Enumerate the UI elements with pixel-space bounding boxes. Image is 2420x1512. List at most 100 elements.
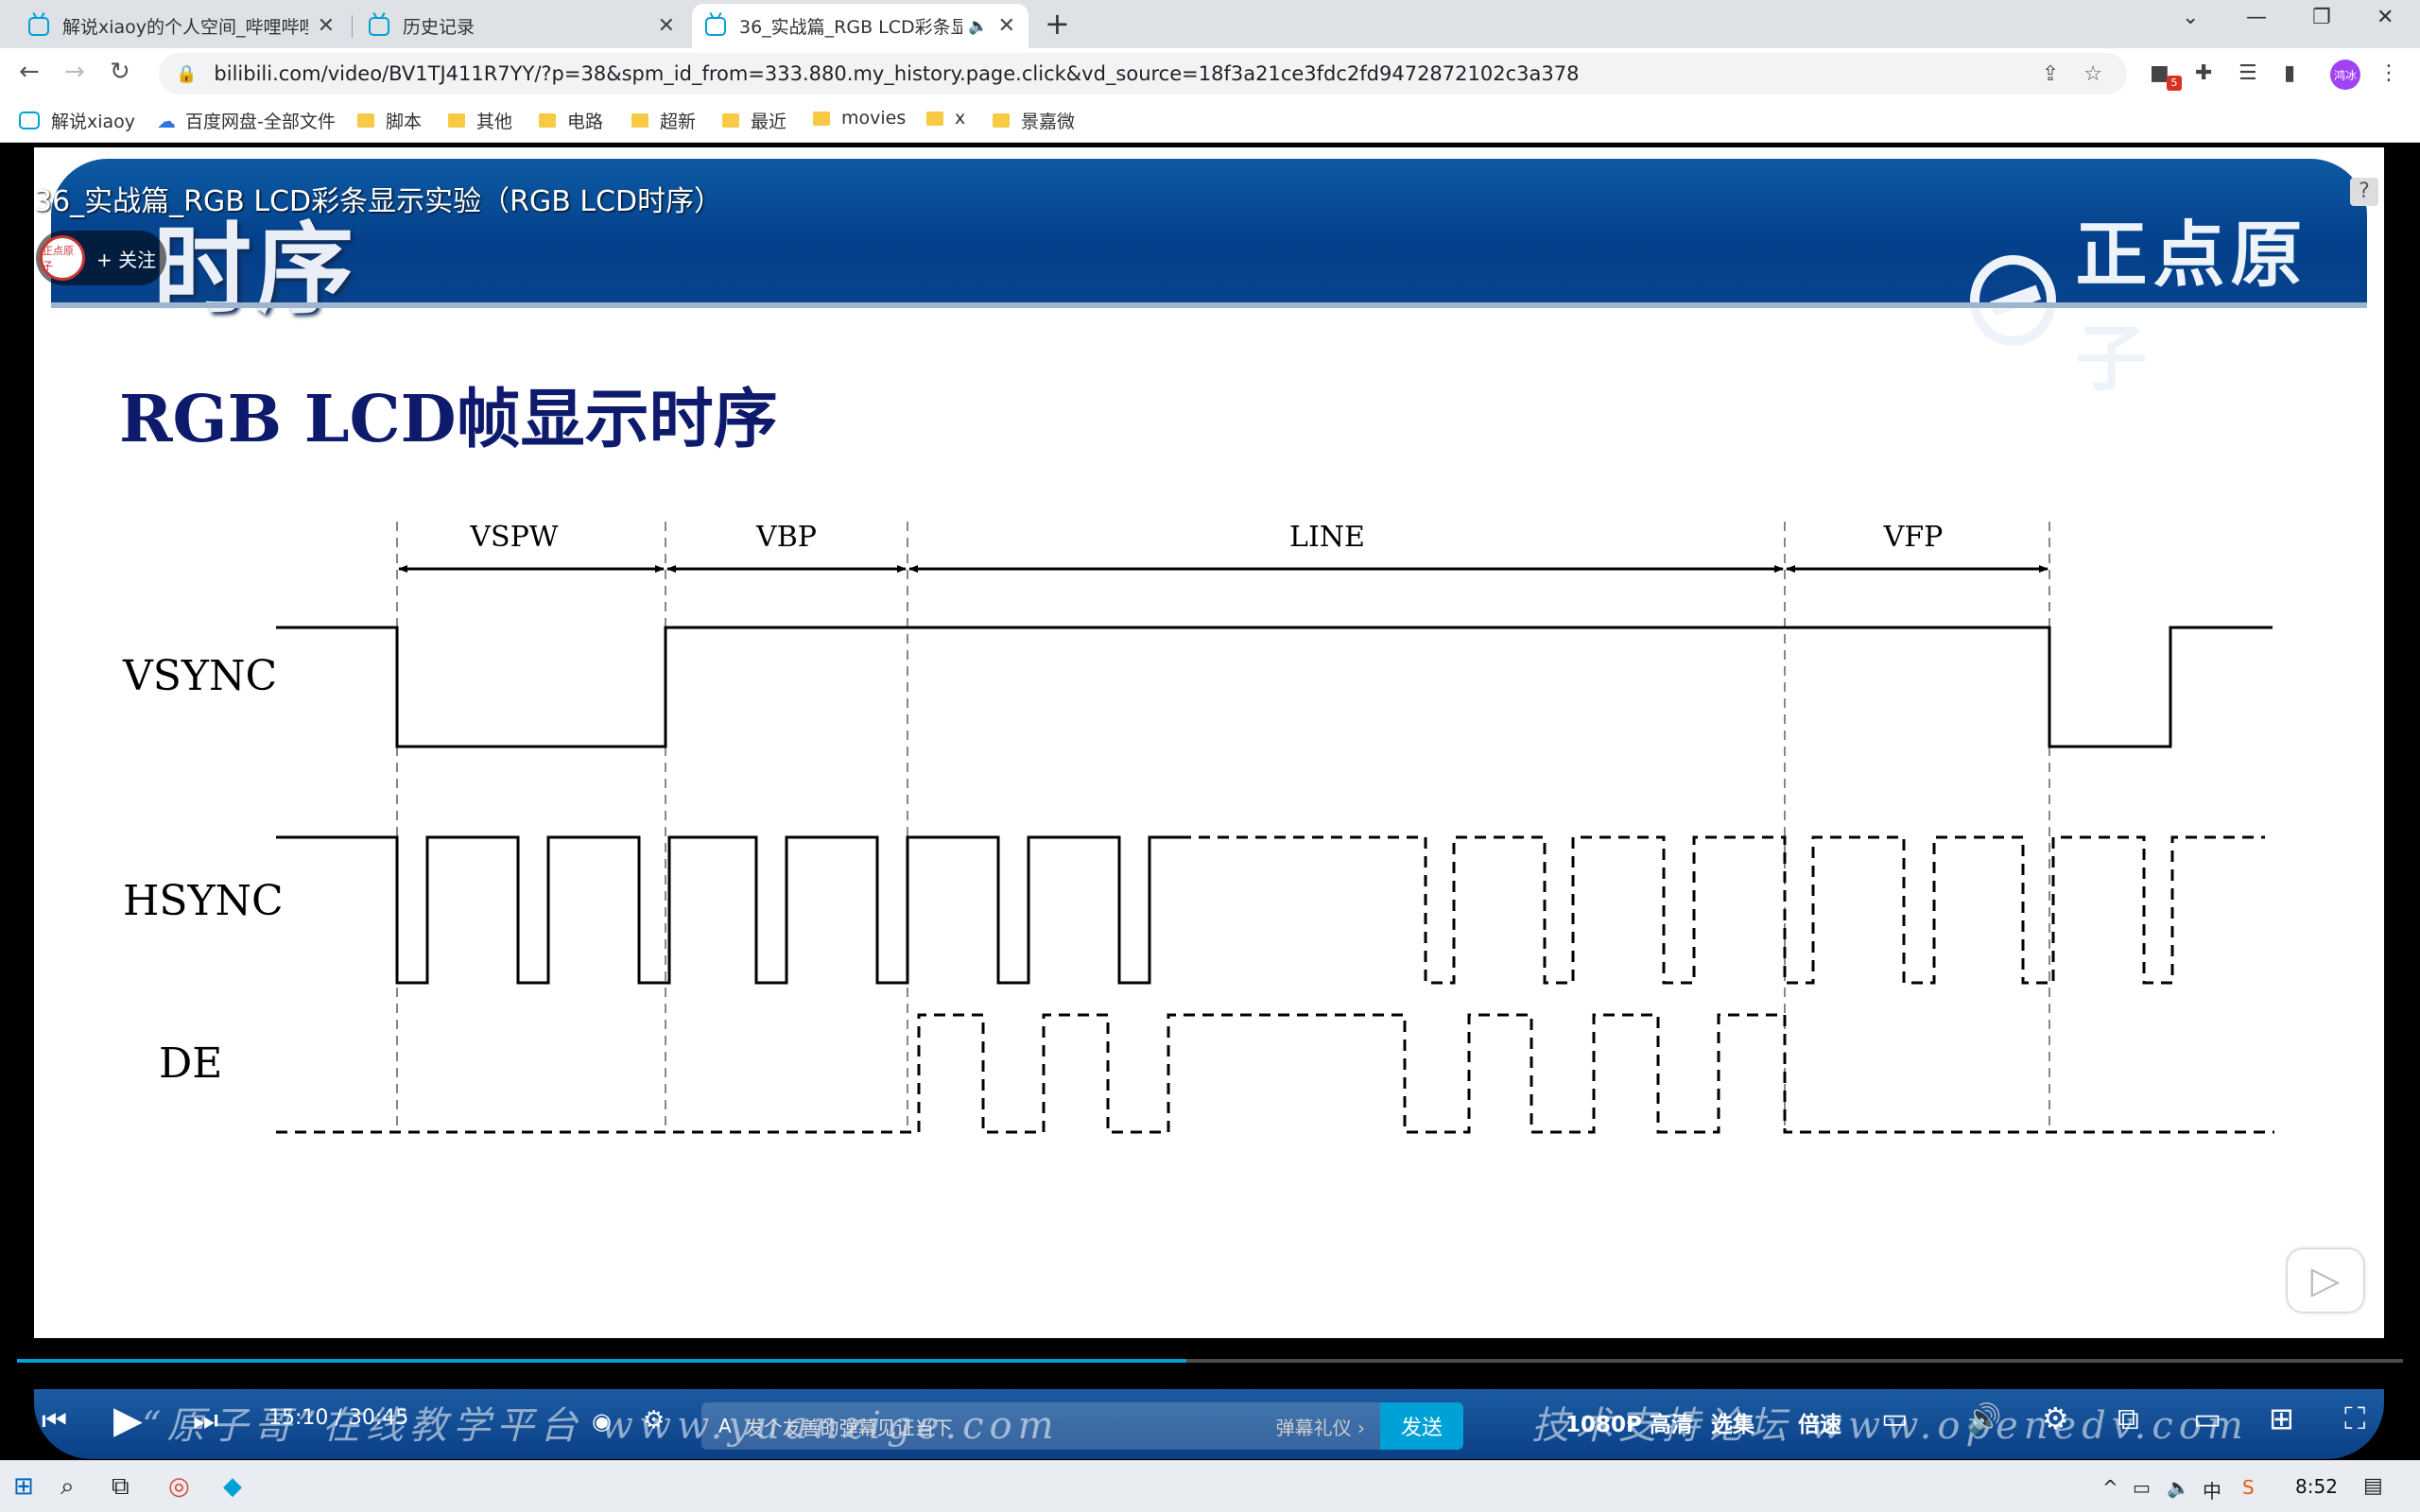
ime-indicator[interactable]: 中 xyxy=(2203,1476,2221,1503)
next-icon[interactable]: ⏭ xyxy=(193,1404,218,1437)
progress-fill xyxy=(17,1359,1186,1363)
picture-in-picture-icon[interactable]: ⧉ xyxy=(2118,1400,2139,1437)
close-window-button[interactable]: ✕ xyxy=(2377,6,2394,29)
segment-label-line: LINE xyxy=(1289,521,1365,554)
bookmark-folder[interactable]: 最近 xyxy=(722,108,786,133)
bookmark-folder[interactable]: movies xyxy=(813,108,906,129)
play-overlay-button[interactable]: ▷ xyxy=(2288,1249,2363,1312)
danmaku-settings-icon[interactable]: ⚙ xyxy=(643,1406,665,1435)
folder-icon xyxy=(539,113,556,128)
tab-label: 36_实战篇_RGB LCD彩条显示 xyxy=(739,17,963,38)
follow-button[interactable]: + 关注 xyxy=(96,245,156,272)
speed-button[interactable]: 倍速 xyxy=(1798,1406,1841,1438)
menu-icon[interactable]: ⋮ xyxy=(2378,61,2399,85)
folder-icon xyxy=(993,113,1010,128)
forward-icon[interactable]: → xyxy=(64,58,85,86)
play-icon: ▷ xyxy=(2310,1259,2341,1302)
widescreen-icon[interactable]: ▭ xyxy=(2193,1400,2221,1436)
subtitle-icon[interactable]: ▭ xyxy=(1881,1402,1908,1435)
help-button[interactable]: ? xyxy=(2350,178,2378,206)
browser-toolbar: ← → ↻ 🔒 bilibili.com/video/BV1TJ411R7YY/… xyxy=(0,48,2420,99)
bookmark-folder[interactable]: 其他 xyxy=(448,108,512,133)
speaker-icon[interactable]: 🔈 xyxy=(2167,1476,2190,1499)
signal-label-hsync: HSYNC xyxy=(123,877,284,925)
close-icon[interactable]: ✕ xyxy=(658,14,675,38)
clock: 8:52 xyxy=(2295,1475,2338,1498)
speaker-icon[interactable]: 🔈 xyxy=(968,17,988,36)
segment-label-vbp: VBP xyxy=(755,521,817,554)
profile-avatar[interactable]: 鸿冰 xyxy=(2330,60,2360,90)
episodes-button[interactable]: 选集 xyxy=(1711,1406,1754,1438)
progress-bar[interactable] xyxy=(17,1359,2403,1363)
danmaku-etiquette-link[interactable]: 弹幕礼仪 › xyxy=(1276,1413,1365,1440)
input-method-icon[interactable]: S xyxy=(2242,1476,2255,1499)
quality-button[interactable]: 1080P 高清 xyxy=(1565,1406,1693,1438)
windows-start-icon[interactable]: ⊞ xyxy=(13,1472,34,1501)
bookmark-folder[interactable]: 景嘉微 xyxy=(993,108,1075,133)
battery-icon[interactable]: ▭ xyxy=(2133,1476,2151,1499)
danmaku-input[interactable]: A 发个友善的弹幕见证当下 弹幕礼仪 › xyxy=(701,1402,1380,1450)
reload-icon[interactable]: ↻ xyxy=(110,58,130,86)
tab-label: 历史记录 xyxy=(403,17,475,38)
restore-button[interactable]: ❐ xyxy=(2312,6,2331,29)
fullscreen-icon[interactable]: ⛶ xyxy=(2344,1400,2365,1437)
bilibili-icon xyxy=(19,112,40,129)
notifications-icon[interactable]: ▤ xyxy=(2363,1474,2383,1498)
new-tab-button[interactable]: + xyxy=(1045,6,1070,42)
tab-search-icon[interactable]: ⌄ xyxy=(2182,6,2199,29)
folder-icon xyxy=(357,113,374,128)
bookmark-folder[interactable]: 脚本 xyxy=(357,108,422,133)
send-danmaku-button[interactable]: 发送 xyxy=(1380,1402,1463,1450)
tray-expand-icon[interactable]: ^ xyxy=(2102,1476,2118,1499)
uploader-follow[interactable]: 正点原子 + 关注 xyxy=(36,231,166,285)
danmaku-style-icon[interactable]: A xyxy=(718,1415,732,1437)
close-icon[interactable]: ✕ xyxy=(998,14,1015,38)
hsync-waveform-dashed xyxy=(1180,835,2265,985)
play-button[interactable]: ▶ xyxy=(113,1399,143,1442)
bookmark-folder[interactable]: 超新 xyxy=(631,108,696,133)
time-display: 15:10 / 30:45 xyxy=(268,1406,408,1430)
chrome-icon[interactable]: ◎ xyxy=(168,1472,190,1501)
search-icon[interactable]: ⌕ xyxy=(60,1472,75,1502)
bookmark-item[interactable]: 解说xiaoy xyxy=(19,108,135,133)
bookmark-folder[interactable]: 电路 xyxy=(539,108,603,133)
star-icon[interactable]: ☆ xyxy=(2083,62,2102,86)
reading-list-icon[interactable]: ☰ xyxy=(2238,61,2257,85)
back-icon[interactable]: ← xyxy=(19,58,40,86)
volume-icon[interactable]: 🔊 xyxy=(1966,1402,2001,1435)
folder-icon xyxy=(448,113,465,128)
minimize-button[interactable]: — xyxy=(2246,6,2267,29)
share-icon[interactable]: ⇪ xyxy=(2042,62,2059,86)
segment-guides xyxy=(396,522,2050,1130)
tab-current-video[interactable]: 36_实战篇_RGB LCD彩条显示 🔈 ✕ xyxy=(692,4,1028,48)
bilibili-icon xyxy=(705,16,726,36)
folder-icon xyxy=(926,111,943,126)
tab-history[interactable]: 历史记录 ✕ xyxy=(355,4,688,48)
bookmark-folder[interactable]: x xyxy=(926,108,965,129)
web-fullscreen-icon[interactable]: ⊞ xyxy=(2269,1400,2294,1436)
segment-label-vfp: VFP xyxy=(1883,521,1944,554)
slide-frame: 时序 正点原子 RGB LCD帧显示时序 VSPW VBP LINE VFP V… xyxy=(34,147,2384,1338)
danmaku-toggle-icon[interactable]: ◉ xyxy=(592,1408,612,1435)
close-icon[interactable]: ✕ xyxy=(318,14,335,38)
side-panel-icon[interactable]: ▮ xyxy=(2284,61,2295,85)
app-icon[interactable]: ◆ xyxy=(223,1472,242,1501)
screen: 解说xiaoy的个人空间_哔哩哔哩_ ✕ 历史记录 ✕ 36_实战篇_RGB L… xyxy=(0,0,2420,1512)
bookmark-item[interactable]: ☁ 百度网盘-全部文件 xyxy=(157,108,336,133)
previous-icon[interactable]: ⏮ xyxy=(42,1404,67,1437)
lock-icon[interactable]: 🔒 xyxy=(176,64,197,84)
time-separator: / xyxy=(335,1406,342,1430)
tab-uploader-space[interactable]: 解说xiaoy的个人空间_哔哩哔哩_ ✕ xyxy=(15,4,348,48)
bookmarks-bar: 解说xiaoy ☁ 百度网盘-全部文件 脚本 其他 电路 超新 最近 movies… xyxy=(0,99,2420,143)
uploader-avatar[interactable]: 正点原子 xyxy=(40,235,85,281)
task-view-icon[interactable]: ⧉ xyxy=(112,1472,130,1502)
address-bar[interactable]: 🔒 bilibili.com/video/BV1TJ411R7YY/?p=38&… xyxy=(159,53,2127,94)
signal-label-vsync: VSYNC xyxy=(122,652,277,700)
bilibili-icon xyxy=(369,16,389,36)
url-text[interactable]: bilibili.com/video/BV1TJ411R7YY/?p=38&sp… xyxy=(214,62,2041,85)
puzzle-icon[interactable]: ✚ xyxy=(2195,61,2212,85)
folder-icon xyxy=(813,111,830,126)
folder-icon xyxy=(722,113,739,128)
tab-separator xyxy=(352,15,353,38)
settings-icon[interactable]: ⚙ xyxy=(2042,1400,2069,1436)
